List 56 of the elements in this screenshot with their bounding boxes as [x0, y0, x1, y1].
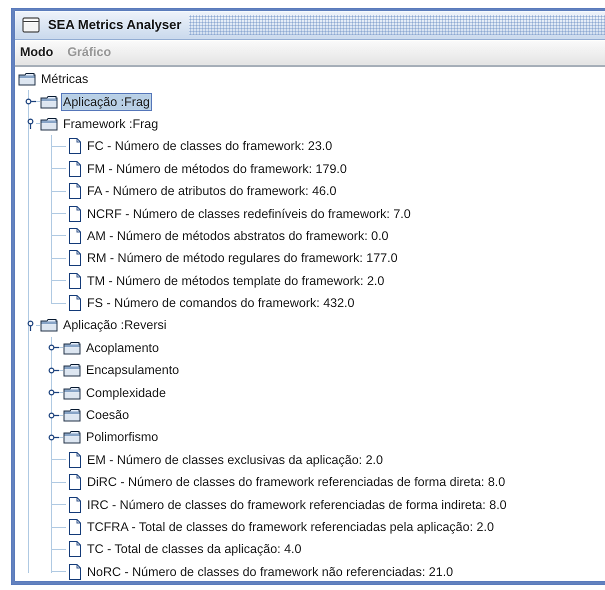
folder-icon [40, 318, 58, 332]
document-icon [68, 137, 82, 156]
tree-item[interactable]: Polimorfismo [84, 428, 160, 446]
tree-item[interactable]: NCRF - Número de classes redefiníveis do framework: 7.0 [85, 204, 413, 223]
collapsed-handle-icon[interactable] [25, 96, 36, 108]
tree-item[interactable]: Acoplamento [84, 338, 161, 357]
tree-item[interactable]: Aplicação :Reversi [61, 316, 169, 334]
collapsed-handle-icon[interactable] [48, 342, 59, 354]
folder-icon [63, 386, 81, 400]
folder-icon [63, 408, 81, 422]
collapsed-handle-icon[interactable] [48, 364, 59, 376]
document-icon [68, 160, 82, 178]
tree-item[interactable]: Métricas [39, 70, 90, 88]
tree-item[interactable]: TM - Número de métodos template do framework: 2.0 [85, 272, 386, 290]
document-icon [68, 496, 82, 514]
document-icon [68, 294, 82, 312]
document-icon [68, 226, 82, 245]
expanded-handle-icon[interactable] [25, 118, 36, 130]
tree-item[interactable]: Aplicação :Frag [61, 92, 152, 111]
folder-icon [40, 94, 58, 109]
folder-icon [63, 430, 81, 444]
window-icon [22, 17, 40, 33]
document-icon [68, 540, 82, 558]
tree-item[interactable]: RM - Número de método regulares do framework: 177.0 [85, 249, 400, 268]
document-icon [68, 450, 82, 469]
tree-item[interactable]: Complexidade [84, 384, 168, 402]
folder-icon [18, 72, 36, 86]
document-icon [68, 182, 82, 200]
collapsed-handle-icon[interactable] [48, 410, 59, 421]
tree-item[interactable]: TC - Total de classes da aplicação: 4.0 [85, 540, 304, 558]
document-icon [68, 518, 82, 536]
tree-item[interactable]: FC - Número de classes do framework: 23.0 [85, 137, 334, 156]
folder-icon [63, 363, 81, 378]
tree-item[interactable]: EM - Número de classes exclusivas da aplicação: 2.0 [85, 450, 385, 469]
folder-icon [40, 116, 58, 131]
folder-icon [63, 340, 81, 355]
tree-item[interactable]: FA - Número de atributos do framework: 46.0 [85, 182, 338, 200]
document-icon [68, 473, 82, 492]
document-icon [68, 249, 82, 268]
collapsed-handle-icon[interactable] [48, 432, 59, 443]
document-icon [68, 204, 82, 223]
window-title: SEA Metrics Analyser [48, 16, 182, 34]
menu-item[interactable]: Modo [20, 43, 54, 62]
tree-item[interactable]: IRC - Número de classes do framework referenciadas de forma indireta: 8.0 [85, 496, 509, 514]
tree-item[interactable]: DiRC - Número de classes do framework referenciadas de forma direta: 8.0 [85, 473, 508, 492]
expanded-handle-icon[interactable] [25, 320, 36, 331]
tree-item[interactable]: TCFRA - Total de classes do framework referenciadas pela aplicação: 2.0 [85, 518, 496, 536]
tree-item[interactable]: Encapsulamento [84, 361, 182, 380]
document-icon [68, 272, 82, 290]
tree-item[interactable]: NoRC - Número de classes do framework não referenciadas: 21.0 [85, 562, 456, 581]
collapsed-handle-icon[interactable] [48, 387, 59, 398]
tree-item[interactable]: AM - Número de métodos abstratos do framework: 0.0 [85, 226, 391, 245]
tree-item[interactable]: Coesão [84, 406, 132, 424]
tree-item[interactable]: Framework :Frag [61, 114, 160, 133]
tree-item[interactable]: FM - Número de métodos do framework: 179.0 [85, 160, 349, 178]
tree-item[interactable]: FS - Número de comandos do framework: 432.0 [85, 294, 356, 312]
